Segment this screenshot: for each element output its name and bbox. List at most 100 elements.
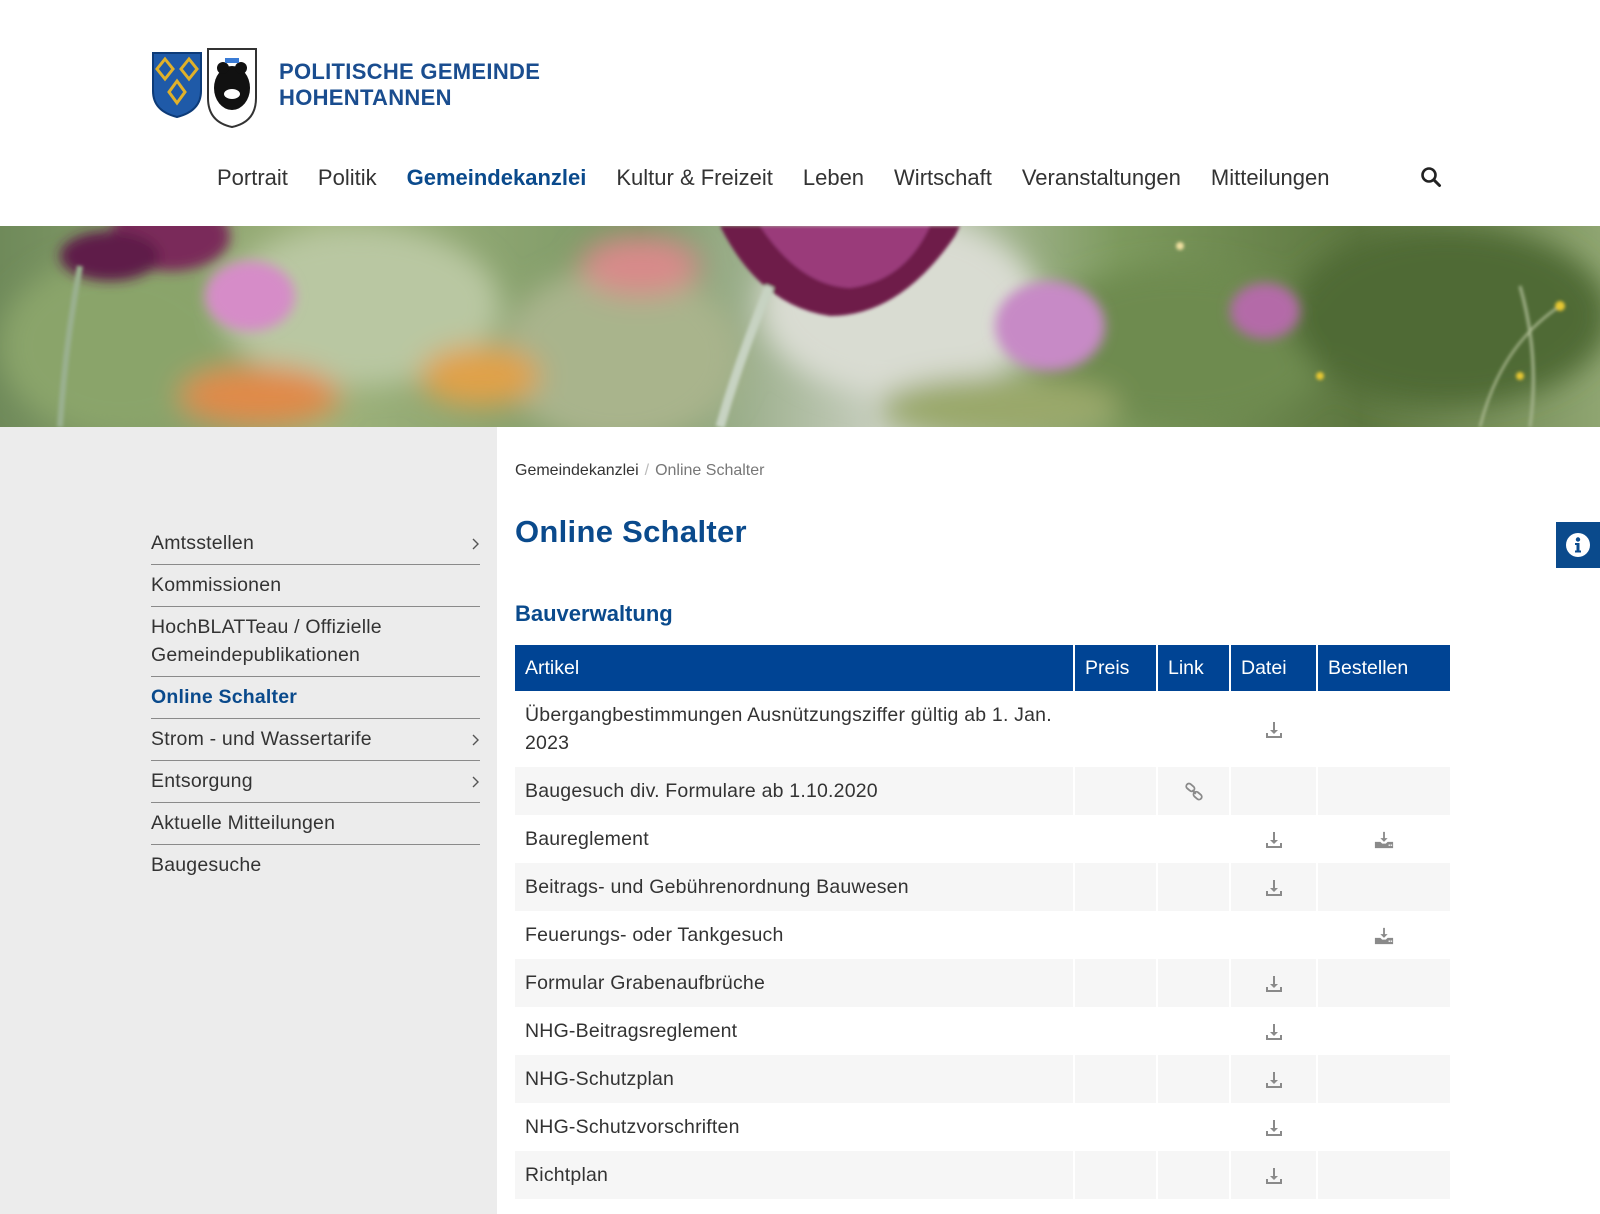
cell-artikel: Übergangbestimmungen Ausnützungsziffer g… [515,691,1075,767]
cell-bestellen [1318,1151,1450,1199]
breadcrumb: Gemeindekanzlei / Online Schalter [515,462,764,480]
cell-bestellen [1318,863,1450,911]
cell-preis [1075,767,1158,815]
chevron-right-icon [472,538,479,550]
cell-bestellen [1318,1007,1450,1055]
download-icon[interactable] [1264,1068,1284,1090]
cell-preis [1075,1103,1158,1151]
table-row: Feuerungs- oder Tankgesuch [515,911,1450,959]
search-icon[interactable] [1420,166,1442,188]
hero-image [0,226,1600,427]
sidebar-item-entsorgung[interactable]: Entsorgung [151,761,480,803]
table-row: Baureglement [515,815,1450,863]
cell-preis [1075,959,1158,1007]
column-header-preis: Preis [1075,645,1158,691]
cell-link [1158,691,1231,767]
nav-portrait[interactable]: Portrait [217,162,288,194]
download-icon[interactable] [1264,1020,1284,1042]
site-logo[interactable]: POLITISCHE GEMEINDE HOHENTANNEN [151,40,540,130]
info-button[interactable] [1556,522,1600,568]
cell-artikel: Baureglement [515,815,1075,863]
order-download-icon[interactable] [1374,828,1394,850]
cell-link [1158,1151,1231,1199]
nav-wirtschaft[interactable]: Wirtschaft [894,162,992,194]
table-row: Formular Grabenaufbrüche [515,959,1450,1007]
download-icon[interactable] [1264,1116,1284,1138]
logo-text: POLITISCHE GEMEINDE HOHENTANNEN [279,59,540,111]
table-header-row: Artikel Preis Link Datei Bestellen [515,645,1450,691]
cell-preis [1075,691,1158,767]
table-row: NHG-Beitragsreglement [515,1007,1450,1055]
cell-artikel: Baugesuch div. Formulare ab 1.10.2020 [515,767,1075,815]
page-title: Online Schalter [515,514,747,549]
breadcrumb-separator: / [644,462,650,479]
chevron-right-icon [472,776,479,788]
cell-preis [1075,1007,1158,1055]
cell-artikel: Beitrags- und Gebührenordnung Bauwesen [515,863,1075,911]
download-icon[interactable] [1264,972,1284,994]
sidebar-item-online-schalter[interactable]: Online Schalter [151,677,480,719]
cell-link [1158,815,1231,863]
nav-leben[interactable]: Leben [803,162,864,194]
sidebar-item-label: Entsorgung [151,770,253,792]
cell-datei [1231,1007,1318,1055]
sidebar-item-label: Strom - und Wassertarife [151,728,372,750]
cell-link [1158,911,1231,959]
cell-artikel: NHG-Beitragsreglement [515,1007,1075,1055]
cell-bestellen [1318,1103,1450,1151]
sidebar-item-label: Aktuelle Mitteilungen [151,812,336,834]
download-icon[interactable] [1264,718,1284,740]
cell-bestellen [1318,815,1450,863]
site-header: POLITISCHE GEMEINDE HOHENTANNEN Portrait… [0,0,1600,226]
sidebar-item-hochblatteau[interactable]: HochBLATTeau / Offizielle Gemeindepublik… [151,607,480,677]
table-row: Übergangbestimmungen Ausnützungsziffer g… [515,691,1450,767]
sidebar-item-label: Baugesuche [151,854,262,876]
cell-link [1158,1055,1231,1103]
nav-kultur-freizeit[interactable]: Kultur & Freizeit [616,162,773,194]
nav-veranstaltungen[interactable]: Veranstaltungen [1022,162,1181,194]
cell-bestellen [1318,959,1450,1007]
logo-line2: HOHENTANNEN [279,85,452,110]
cell-preis [1075,1151,1158,1199]
cell-link [1158,767,1231,815]
link-icon[interactable] [1184,780,1204,802]
order-download-icon[interactable] [1374,924,1394,946]
table-row: NHG-Schutzplan [515,1055,1450,1103]
cell-bestellen [1318,691,1450,767]
nav-gemeindekanzlei[interactable]: Gemeindekanzlei [407,162,587,194]
download-icon[interactable] [1264,828,1284,850]
crest-right-icon [207,48,257,129]
sidebar-item-amtsstellen[interactable]: Amtsstellen [151,523,480,565]
sidebar-item-strom-wassertarife[interactable]: Strom - und Wassertarife [151,719,480,761]
cell-link [1158,1007,1231,1055]
sidebar-nav: Amtsstellen Kommissionen HochBLATTeau / … [151,523,480,886]
download-icon[interactable] [1264,876,1284,898]
cell-preis [1075,863,1158,911]
nav-mitteilungen[interactable]: Mitteilungen [1211,162,1330,194]
table-row: Richtplan [515,1151,1450,1199]
sidebar-item-aktuelle-mitteilungen[interactable]: Aktuelle Mitteilungen [151,803,480,845]
column-header-link: Link [1158,645,1231,691]
column-header-datei: Datei [1231,645,1318,691]
cell-artikel: Richtplan [515,1151,1075,1199]
main-nav: Portrait Politik Gemeindekanzlei Kultur … [202,162,1345,194]
cell-datei [1231,815,1318,863]
breadcrumb-current: Online Schalter [655,462,765,479]
cell-artikel: Feuerungs- oder Tankgesuch [515,911,1075,959]
cell-bestellen [1318,911,1450,959]
download-icon[interactable] [1264,1164,1284,1186]
cell-datei [1231,1151,1318,1199]
logo-line1: POLITISCHE GEMEINDE [279,59,541,84]
cell-preis [1075,815,1158,863]
cell-artikel: NHG-Schutzvorschriften [515,1103,1075,1151]
breadcrumb-parent[interactable]: Gemeindekanzlei [515,462,639,479]
articles-table: Artikel Preis Link Datei Bestellen Überg… [515,645,1450,1199]
cell-link [1158,863,1231,911]
cell-artikel: NHG-Schutzplan [515,1055,1075,1103]
cell-link [1158,1103,1231,1151]
cell-datei [1231,1055,1318,1103]
sidebar-item-kommissionen[interactable]: Kommissionen [151,565,480,607]
sidebar-item-baugesuche[interactable]: Baugesuche [151,845,480,886]
nav-politik[interactable]: Politik [318,162,377,194]
cell-datei [1231,1103,1318,1151]
